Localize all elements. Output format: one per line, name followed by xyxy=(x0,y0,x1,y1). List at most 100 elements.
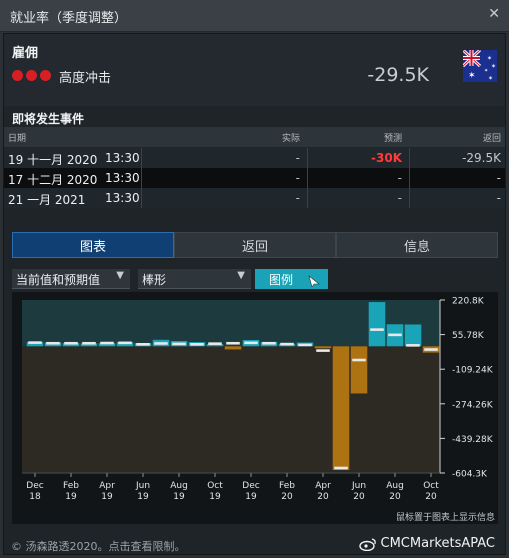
y-tick-label: -109.24K xyxy=(452,366,494,376)
x-tick-label: 20 xyxy=(353,492,365,502)
event-value: -29.5K xyxy=(367,64,429,86)
forecast-marker xyxy=(64,341,78,345)
row-forecast: - xyxy=(397,191,402,205)
forecast-marker xyxy=(82,341,96,345)
negative-region xyxy=(22,346,440,473)
chevron-down-icon: ▼ xyxy=(237,270,245,281)
x-tick-label: 18 xyxy=(29,492,41,502)
x-tick-label: Jun xyxy=(351,481,366,491)
forecast-marker xyxy=(226,341,240,345)
chart-bar xyxy=(350,346,368,394)
impact-dot xyxy=(40,70,51,81)
forecast-marker xyxy=(100,341,114,345)
watermark: CMCMarketsAPAC xyxy=(358,536,495,551)
chart-bar xyxy=(314,346,332,349)
forecast-marker xyxy=(46,341,60,345)
table-row[interactable]: 21 一月 2021 13:30 - - - xyxy=(4,188,505,208)
forecast-marker xyxy=(118,341,132,345)
x-tick-label: Jun xyxy=(135,481,150,491)
window-titlebar: 就业率（季度调整） ✕ xyxy=(0,0,509,32)
col-actual: 实际 xyxy=(281,134,300,144)
x-tick-label: Oct xyxy=(423,481,439,491)
forecast-marker xyxy=(406,344,420,347)
series-select[interactable]: 当前值和预期值 ▼ xyxy=(12,269,130,289)
y-tick-label: 220.8K xyxy=(452,297,485,307)
event-header: 雇佣 高度冲击 -29.5K ✶ ✶ ✶ ✶ ✶ xyxy=(4,34,505,106)
weibo-icon xyxy=(358,537,376,551)
tab-chart[interactable]: 图表 xyxy=(12,232,174,258)
x-tick-label: Aug xyxy=(170,481,188,491)
impact-dots-icon xyxy=(12,70,51,81)
x-tick-label: Feb xyxy=(63,481,79,491)
x-tick-label: 20 xyxy=(317,492,329,502)
row-actual: - xyxy=(295,191,300,205)
forecast-marker xyxy=(208,342,222,345)
col-forecast: 预测 xyxy=(383,134,402,144)
svg-text:✶: ✶ xyxy=(487,55,492,62)
chart-hint: 鼠标置于图表上显示信息 xyxy=(395,513,495,523)
view-tabs: 图表 返回 信息 xyxy=(12,232,498,258)
x-tick-label: Aug xyxy=(386,481,404,491)
x-tick-label: 20 xyxy=(389,492,401,502)
forecast-marker xyxy=(154,342,168,345)
forecast-marker xyxy=(352,358,366,362)
row-return: - xyxy=(496,191,501,205)
x-tick-label: Apr xyxy=(315,481,331,491)
forecast-marker xyxy=(424,348,438,351)
table-row[interactable]: 17 十二月 2020 13:30 - - - xyxy=(4,168,505,188)
legend-button[interactable]: 图例 xyxy=(255,269,328,289)
chart-bar xyxy=(404,324,422,347)
impact-dot xyxy=(26,70,37,81)
forecast-marker xyxy=(298,343,312,347)
bar-chart[interactable]: 220.8K 55.78K -109.24K -274.26K -439.28K -604… xyxy=(12,292,498,524)
chart-type-select[interactable]: 棒形 ▼ xyxy=(138,269,251,289)
x-tick-label: Feb xyxy=(279,481,295,491)
chevron-down-icon: ▼ xyxy=(116,270,124,281)
upcoming-table-header: 日期 实际 预测 返回 xyxy=(4,127,505,147)
x-tick-label: 20 xyxy=(281,492,293,502)
event-name: 雇佣 xyxy=(12,46,39,61)
forecast-marker xyxy=(316,349,330,352)
forecast-marker xyxy=(28,341,42,344)
y-tick-label: -604.3K xyxy=(452,470,488,480)
y-tick-label: -274.26K xyxy=(452,400,494,410)
chart-area[interactable]: 220.8K 55.78K -109.24K -274.26K -439.28K -604… xyxy=(12,292,498,524)
australia-flag-icon: ✶ ✶ ✶ ✶ ✶ xyxy=(463,50,497,82)
impact-label: 高度冲击 xyxy=(59,71,112,86)
tab-info[interactable]: 信息 xyxy=(336,232,498,258)
forecast-marker xyxy=(262,341,276,345)
row-date: 21 一月 2021 xyxy=(8,193,86,207)
x-tick-label: Oct xyxy=(207,481,223,491)
row-time: 13:30 xyxy=(105,191,140,205)
cursor-icon xyxy=(308,275,320,287)
x-tick-label: 19 xyxy=(173,492,185,502)
row-return: -29.5K xyxy=(462,151,501,165)
row-return: - xyxy=(496,171,501,185)
y-tick-label: 55.78K xyxy=(452,331,485,341)
x-tick-label: 20 xyxy=(425,492,437,502)
x-tick-label: 19 xyxy=(65,492,77,502)
forecast-marker xyxy=(280,342,294,346)
row-date: 17 十二月 2020 xyxy=(8,173,98,187)
x-tick-label: 19 xyxy=(137,492,149,502)
tab-return[interactable]: 返回 xyxy=(174,232,336,258)
svg-text:✶: ✶ xyxy=(468,71,476,81)
copyright-link[interactable]: © 汤森路透2020。点击查看限制。 xyxy=(11,538,186,554)
row-actual: - xyxy=(295,171,300,185)
svg-text:✶: ✶ xyxy=(491,63,496,70)
x-tick-label: Dec xyxy=(242,481,259,491)
x-tick-label: 19 xyxy=(209,492,221,502)
col-date: 日期 xyxy=(8,134,27,144)
chart-type-value: 棒形 xyxy=(142,273,167,287)
forecast-marker xyxy=(370,328,384,331)
close-icon[interactable]: ✕ xyxy=(488,6,500,22)
table-row[interactable]: 19 十一月 2020 13:30 - -30K -29.5K xyxy=(4,148,505,168)
impact-dot xyxy=(12,70,23,81)
forecast-marker xyxy=(136,342,150,346)
legend-button-label: 图例 xyxy=(269,273,294,287)
x-tick-label: Apr xyxy=(99,481,115,491)
svg-text:✶: ✶ xyxy=(484,68,488,74)
row-actual: - xyxy=(295,151,300,165)
x-tick-label: 19 xyxy=(101,492,113,502)
svg-text:✶: ✶ xyxy=(488,75,493,82)
